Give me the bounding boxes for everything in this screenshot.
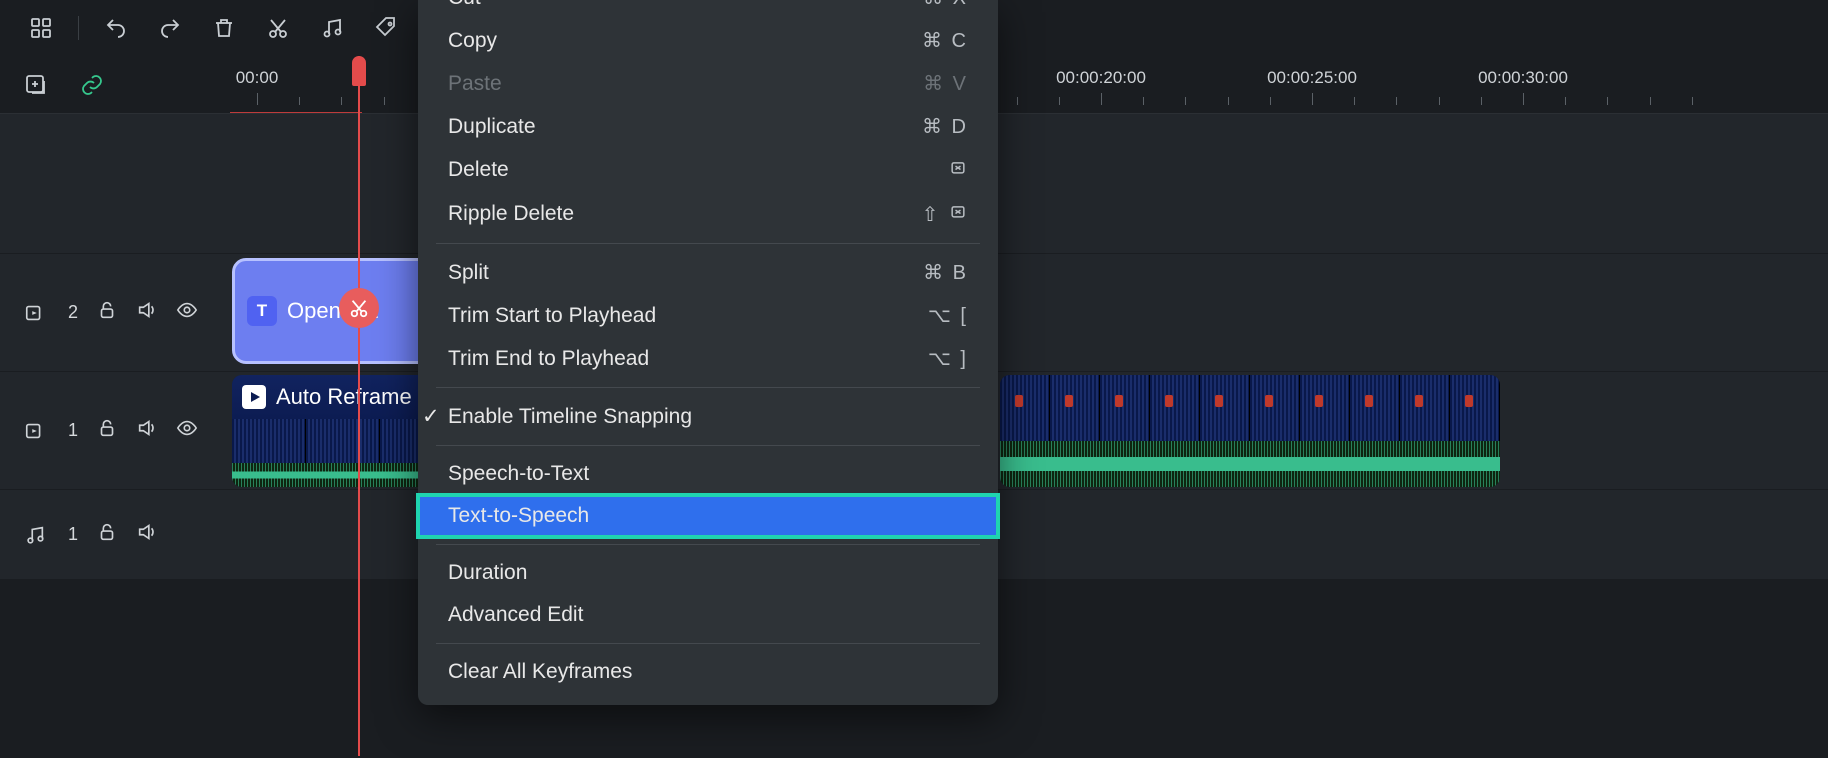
- context-menu-item-trim-start-to-playhead[interactable]: Trim Start to Playhead ⌥ [: [418, 294, 998, 337]
- context-menu-item-duration[interactable]: Duration: [418, 552, 998, 594]
- context-menu-item-label: Cut: [448, 0, 481, 10]
- track-a1-lock-icon[interactable]: [96, 521, 118, 548]
- context-menu-divider: [436, 243, 980, 244]
- context-menu-item-trim-end-to-playhead[interactable]: Trim End to Playhead ⌥ ]: [418, 337, 998, 380]
- context-menu-item-label: Split: [448, 261, 489, 285]
- track-v2-type-icon: [24, 302, 46, 324]
- context-menu-item-label: Delete: [448, 158, 509, 182]
- ruler-label: 00:00:30:00: [1478, 68, 1568, 88]
- track-v2-header: 2: [0, 299, 230, 326]
- video-clip-play-icon: [242, 385, 266, 409]
- context-menu-item-shortcut: ⌥ ]: [928, 346, 968, 371]
- context-menu-item-shortcut: [948, 157, 968, 183]
- context-menu-item-label: Duplicate: [448, 115, 536, 139]
- context-menu-item-shortcut: ⌘ B: [923, 260, 968, 285]
- context-menu-item-label: Text-to-Speech: [448, 504, 589, 528]
- cut-button[interactable]: [261, 11, 295, 45]
- context-menu-item-label: ✓Enable Timeline Snapping: [448, 404, 692, 429]
- context-menu-item-label: Duration: [448, 561, 527, 585]
- link-toggle-button[interactable]: [80, 73, 104, 97]
- playhead-split-button[interactable]: [339, 288, 379, 328]
- context-menu-item-shortcut: ⌘ V: [923, 71, 968, 96]
- tag-button[interactable]: [369, 11, 403, 45]
- track-v2-number: 2: [68, 302, 78, 323]
- clip-video-santa[interactable]: [1000, 375, 1500, 487]
- context-menu-item-shortcut: ⇧: [922, 201, 968, 227]
- ruler-label: 00:00:20:00: [1056, 68, 1146, 88]
- clip-audio-waveform: [1000, 441, 1500, 487]
- undo-button[interactable]: [99, 11, 133, 45]
- track-a1-header: 1: [0, 521, 230, 548]
- track-v2-lock-icon[interactable]: [96, 299, 118, 326]
- context-menu-item-shortcut: ⌘ C: [922, 28, 968, 53]
- context-menu-item-advanced-edit[interactable]: Advanced Edit: [418, 594, 998, 636]
- context-menu-item-ripple-delete[interactable]: Ripple Delete ⇧: [418, 192, 998, 236]
- video-clip-label: Auto Reframe: [276, 384, 412, 410]
- ruler-red-line: [230, 112, 362, 113]
- track-v1-visibility-icon[interactable]: [176, 417, 198, 444]
- context-menu-item-label: Ripple Delete: [448, 202, 574, 226]
- context-menu-item-shortcut: ⌥ [: [928, 303, 968, 328]
- music-button[interactable]: [315, 11, 349, 45]
- timeline-playhead[interactable]: [358, 56, 360, 756]
- delete-button[interactable]: [207, 11, 241, 45]
- track-v1-lock-icon[interactable]: [96, 417, 118, 444]
- context-menu-item-enable-timeline-snapping[interactable]: ✓Enable Timeline Snapping: [418, 395, 998, 438]
- context-menu-item-shortcut: ⌘ X: [923, 0, 968, 10]
- context-menu-item-label: Advanced Edit: [448, 603, 583, 627]
- track-a1-number: 1: [68, 524, 78, 545]
- context-menu-item-label: Trim Start to Playhead: [448, 304, 656, 328]
- ruler-label: 00:00: [236, 68, 279, 88]
- context-menu-divider: [436, 445, 980, 446]
- add-track-button[interactable]: [24, 73, 48, 97]
- toolbar-layout-button[interactable]: [24, 11, 58, 45]
- track-v1-type-icon: [24, 420, 46, 442]
- track-v2-mute-icon[interactable]: [136, 299, 158, 326]
- context-menu-item-split[interactable]: Split ⌘ B: [418, 251, 998, 294]
- context-menu-divider: [436, 643, 980, 644]
- context-menu-item-shortcut: ⌘ D: [922, 114, 968, 139]
- track-v1-mute-icon[interactable]: [136, 417, 158, 444]
- context-menu-item-label: Copy: [448, 29, 497, 53]
- track-v1-header: 1: [0, 417, 230, 444]
- context-menu-item-cut[interactable]: Cut ⌘ X: [418, 0, 998, 19]
- track-v1-number: 1: [68, 420, 78, 441]
- track-v2-visibility-icon[interactable]: [176, 299, 198, 326]
- context-menu-item-delete[interactable]: Delete: [418, 148, 998, 192]
- delete-key-icon: [948, 160, 968, 182]
- context-menu-item-label: Clear All Keyframes: [448, 660, 632, 684]
- context-menu-item-paste: Paste ⌘ V: [418, 62, 998, 105]
- context-menu: Cut⌘ XCopy⌘ CPaste⌘ VDuplicate⌘ DDelete …: [418, 0, 998, 705]
- context-menu-item-text-to-speech[interactable]: Text-to-Speech: [418, 495, 998, 537]
- playhead-handle[interactable]: [352, 56, 366, 86]
- context-menu-item-speech-to-text[interactable]: Speech-to-Text: [418, 453, 998, 495]
- context-menu-item-duplicate[interactable]: Duplicate ⌘ D: [418, 105, 998, 148]
- context-menu-divider: [436, 544, 980, 545]
- toolbar-separator: [78, 16, 79, 40]
- delete-key-icon: [948, 204, 968, 226]
- context-menu-item-label: Speech-to-Text: [448, 462, 589, 486]
- context-menu-item-copy[interactable]: Copy ⌘ C: [418, 19, 998, 62]
- ruler-label: 00:00:25:00: [1267, 68, 1357, 88]
- redo-button[interactable]: [153, 11, 187, 45]
- track-a1-type-icon: [24, 524, 46, 546]
- track-a1-mute-icon[interactable]: [136, 521, 158, 548]
- context-menu-item-label: Paste: [448, 72, 502, 96]
- text-clip-icon: T: [247, 296, 277, 326]
- context-menu-item-label: Trim End to Playhead: [448, 347, 649, 371]
- context-menu-divider: [436, 387, 980, 388]
- context-menu-item-clear-all-keyframes[interactable]: Clear All Keyframes: [418, 651, 998, 693]
